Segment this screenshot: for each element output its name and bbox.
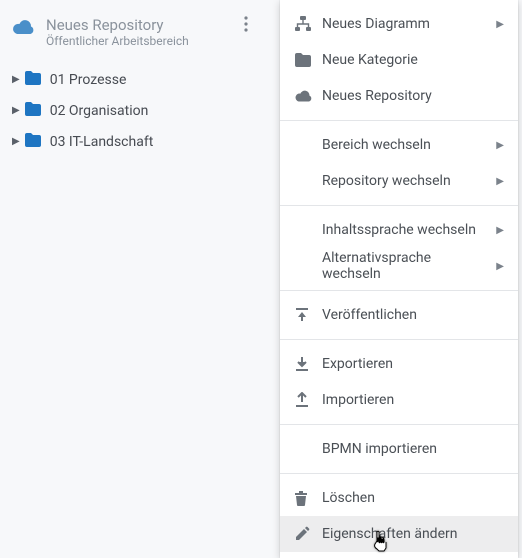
menu-export[interactable]: Exportieren	[280, 346, 518, 382]
menu-publish[interactable]: Veröffentlichen	[280, 297, 518, 333]
menu-switch-repo[interactable]: Repository wechseln ▶	[280, 163, 518, 199]
chevron-right-icon: ▶	[496, 225, 504, 236]
cloud-icon	[294, 89, 322, 103]
menu-separator	[280, 339, 518, 340]
trash-icon	[294, 490, 322, 506]
menu-separator	[280, 205, 518, 206]
menu-separator	[280, 424, 518, 425]
menu-bpmn-import[interactable]: BPMN importieren	[280, 431, 518, 467]
menu-new-diagram[interactable]: Neues Diagramm ▶	[280, 6, 518, 42]
diagram-icon	[294, 15, 322, 33]
menu-import[interactable]: Importieren	[280, 382, 518, 418]
cloud-icon	[12, 18, 36, 40]
folder-icon	[24, 132, 42, 151]
context-menu: Neues Diagramm ▶ Neue Kategorie Neues Re…	[280, 0, 518, 558]
sidebar: Neues Repository Öffentlicher Arbeitsber…	[0, 0, 270, 157]
tree: ▶ 01 Prozesse ▶ 02 Organisation ▶ 03 IT-…	[0, 56, 270, 157]
menu-label: Bereich wechseln	[322, 137, 490, 153]
export-icon	[294, 356, 322, 372]
menu-new-repository[interactable]: Neues Repository	[280, 78, 518, 114]
chevron-right-icon: ▶	[496, 176, 504, 187]
chevron-right-icon: ▶	[496, 140, 504, 151]
repository-subtitle: Öffentlicher Arbeitsbereich	[46, 34, 234, 48]
menu-label: Eigenschaften ändern	[322, 526, 504, 542]
menu-label: Inhaltssprache wechseln	[322, 222, 490, 238]
menu-separator	[280, 120, 518, 121]
publish-icon	[294, 307, 322, 323]
folder-icon	[24, 70, 42, 89]
tree-item[interactable]: ▶ 03 IT-Landschaft	[4, 126, 270, 157]
menu-switch-area[interactable]: Bereich wechseln ▶	[280, 127, 518, 163]
menu-label: Alternativsprache wechseln	[322, 250, 490, 282]
tree-item[interactable]: ▶ 02 Organisation	[4, 95, 270, 126]
menu-delete[interactable]: Löschen	[280, 480, 518, 516]
tree-item-label: 03 IT-Landschaft	[50, 134, 154, 150]
menu-label: Neues Repository	[322, 88, 504, 104]
menu-label: Repository wechseln	[322, 173, 490, 189]
tree-item-label: 02 Organisation	[50, 103, 149, 119]
kebab-menu-button[interactable]	[234, 16, 258, 32]
menu-separator	[280, 473, 518, 474]
import-icon	[294, 392, 322, 408]
menu-label: Veröffentlichen	[322, 307, 504, 323]
repository-titles: Neues Repository Öffentlicher Arbeitsber…	[46, 16, 234, 48]
tree-item[interactable]: ▶ 01 Prozesse	[4, 64, 270, 95]
chevron-right-icon: ▶	[12, 105, 20, 116]
menu-alt-language[interactable]: Alternativsprache wechseln ▶	[280, 248, 518, 284]
pencil-icon	[294, 526, 322, 542]
folder-icon	[294, 53, 322, 67]
repository-header: Neues Repository Öffentlicher Arbeitsber…	[0, 8, 270, 56]
menu-label: Neue Kategorie	[322, 52, 504, 68]
chevron-right-icon: ▶	[12, 74, 20, 85]
chevron-right-icon: ▶	[12, 136, 20, 147]
folder-icon	[24, 101, 42, 120]
chevron-right-icon: ▶	[496, 261, 504, 272]
menu-label: Löschen	[322, 490, 504, 506]
menu-new-category[interactable]: Neue Kategorie	[280, 42, 518, 78]
repository-title: Neues Repository	[46, 16, 234, 34]
menu-label: Exportieren	[322, 356, 504, 372]
menu-separator	[280, 290, 518, 291]
menu-edit-properties[interactable]: Eigenschaften ändern	[280, 516, 518, 552]
menu-label: BPMN importieren	[322, 441, 504, 457]
menu-label: Neues Diagramm	[322, 16, 490, 32]
tree-item-label: 01 Prozesse	[50, 72, 127, 88]
chevron-right-icon: ▶	[496, 19, 504, 30]
menu-label: Importieren	[322, 392, 504, 408]
menu-content-language[interactable]: Inhaltssprache wechseln ▶	[280, 212, 518, 248]
